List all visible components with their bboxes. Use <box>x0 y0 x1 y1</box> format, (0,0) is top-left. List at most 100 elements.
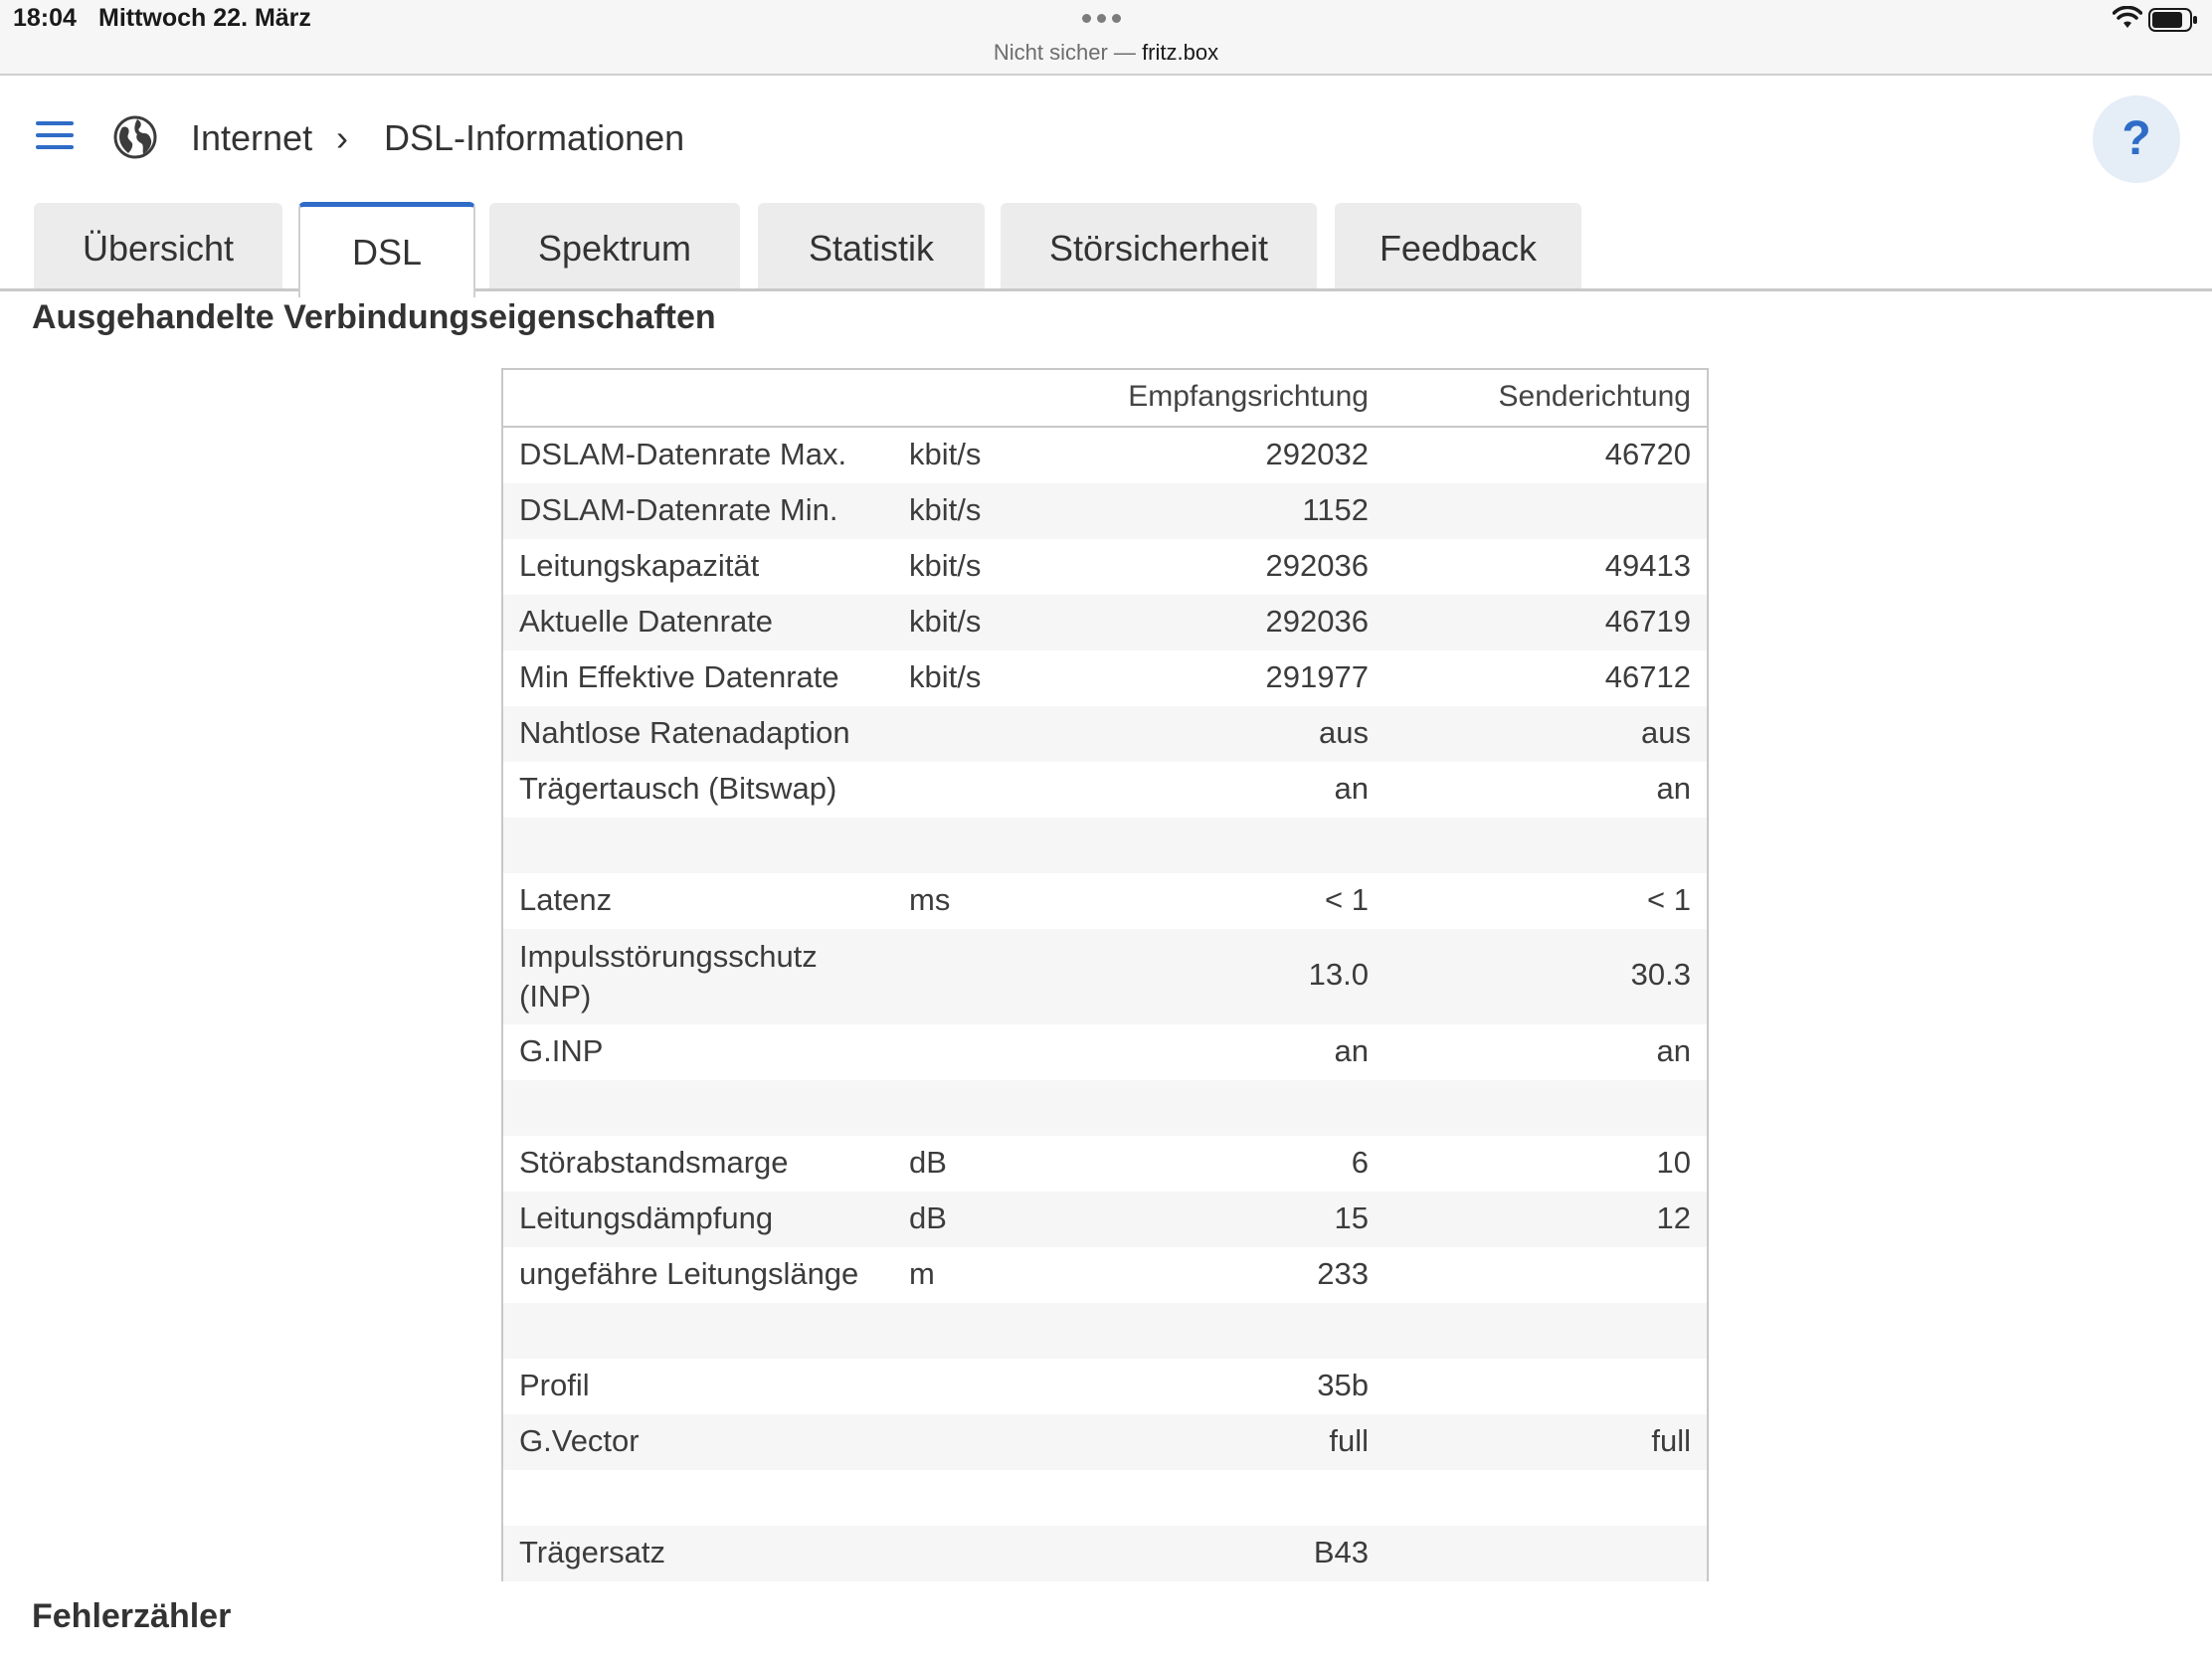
table-row-spacer <box>503 1303 1707 1359</box>
col-header-up: Senderichtung <box>1498 380 1691 413</box>
row-value-down: 233 <box>1317 1256 1369 1291</box>
table-row: Profil 35b <box>503 1359 1707 1414</box>
url-security-note: Nicht sicher — <box>993 40 1136 65</box>
table-row: Trägersatz B43 <box>503 1526 1707 1581</box>
row-label: Trägersatz <box>519 1535 666 1569</box>
row-unit: ms <box>909 882 951 917</box>
row-value-up: < 1 <box>1647 882 1691 917</box>
row-value-down: an <box>1334 771 1369 806</box>
status-date: Mittwoch 22. März <box>98 4 311 32</box>
table-row: Trägertausch (Bitswap) an an <box>503 762 1707 818</box>
tab-stoersicherheit[interactable]: Störsicherheit <box>1001 203 1317 290</box>
row-label: DSLAM-Datenrate Max. <box>519 437 847 471</box>
table-row: Leitungskapazität kbit/s 292036 49413 <box>503 539 1707 595</box>
row-unit: kbit/s <box>909 492 982 527</box>
row-label: Min Effektive Datenrate <box>519 659 839 694</box>
table-row: G.INP an an <box>503 1024 1707 1080</box>
more-dots-icon[interactable] <box>1082 14 1121 23</box>
table-row: DSLAM-Datenrate Min. kbit/s 1152 <box>503 483 1707 539</box>
table-row: DSLAM-Datenrate Max. kbit/s 292032 46720 <box>503 428 1707 483</box>
row-value-down: < 1 <box>1325 882 1369 917</box>
row-label: Leitungsdämpfung <box>519 1200 774 1235</box>
row-label: Latenz <box>519 882 613 917</box>
table-row-spacer <box>503 1470 1707 1526</box>
tab-feedback[interactable]: Feedback <box>1335 203 1581 290</box>
row-value-down: 1152 <box>1302 492 1369 527</box>
address-bar[interactable]: Nicht sicher — fritz.box <box>0 40 2212 66</box>
table-row: Störabstandsmarge dB 6 10 <box>503 1136 1707 1192</box>
hamburger-menu-icon[interactable] <box>36 121 74 151</box>
table-row: G.Vector full full <box>503 1414 1707 1470</box>
row-value-down: an <box>1334 1033 1369 1068</box>
table-row: Leitungsdämpfung dB 15 12 <box>503 1192 1707 1247</box>
page-title: DSL-Informationen <box>384 117 685 158</box>
col-header-down: Empfangsrichtung <box>1128 380 1369 413</box>
row-unit: kbit/s <box>909 437 982 471</box>
table-row-spacer <box>503 818 1707 873</box>
battery-icon <box>2148 8 2197 32</box>
row-label: Impulsstörungsschutz (INP) <box>519 939 818 1014</box>
row-label: Störabstandsmarge <box>519 1145 789 1180</box>
row-unit: kbit/s <box>909 659 982 694</box>
table-row: ungefähre Leitungslänge m 233 <box>503 1247 1707 1303</box>
table-row: Nahtlose Ratenadaption aus aus <box>503 706 1707 762</box>
breadcrumb-internet[interactable]: Internet <box>191 117 312 159</box>
wifi-icon <box>2113 6 2142 28</box>
row-value-up: 12 <box>1656 1200 1691 1235</box>
status-bar: 18:04 Mittwoch 22. März Nicht sicher — f… <box>0 0 2212 76</box>
row-value-up: an <box>1656 1033 1691 1068</box>
row-unit: dB <box>909 1145 947 1180</box>
help-button[interactable]: ? <box>2093 95 2180 183</box>
table-row: Impulsstörungsschutz (INP) 13.0 30.3 <box>503 929 1707 1024</box>
row-label: G.INP <box>519 1033 604 1068</box>
section-title: Ausgehandelte Verbindungseigenschaften <box>32 298 716 336</box>
row-value-up: 46712 <box>1604 659 1691 694</box>
row-value-down: B43 <box>1313 1535 1369 1569</box>
row-label: Nahtlose Ratenadaption <box>519 715 850 750</box>
row-value-down: 292032 <box>1265 437 1369 471</box>
row-value-down: 292036 <box>1265 548 1369 583</box>
tab-bar: Übersicht DSL Spektrum Statistik Störsic… <box>0 202 2212 297</box>
tab-spektrum[interactable]: Spektrum <box>489 203 740 290</box>
row-value-up: 49413 <box>1604 548 1691 583</box>
row-value-up: 30.3 <box>1630 957 1691 992</box>
table-row: Min Effektive Datenrate kbit/s 291977 46712 <box>503 650 1707 706</box>
tab-uebersicht[interactable]: Übersicht <box>34 203 282 290</box>
globe-icon <box>113 115 157 159</box>
row-value-down: 13.0 <box>1308 957 1369 992</box>
row-value-up: 46720 <box>1604 437 1691 471</box>
status-time: 18:04 <box>13 4 77 32</box>
row-value-up: aus <box>1641 715 1691 750</box>
tab-statistik[interactable]: Statistik <box>758 203 985 290</box>
row-value-down: 292036 <box>1265 604 1369 639</box>
row-value-down: 6 <box>1351 1145 1369 1180</box>
breadcrumb-separator: › <box>336 117 348 158</box>
table-body: DSLAM-Datenrate Max. kbit/s 292032 46720 DSL… <box>503 428 1707 1581</box>
row-label: ungefähre Leitungslänge <box>519 1256 859 1291</box>
row-unit: dB <box>909 1200 947 1235</box>
row-value-down: 15 <box>1334 1200 1369 1235</box>
section-title-fehlerzaehler: Fehlerzähler <box>32 1597 232 1635</box>
row-label: G.Vector <box>519 1423 640 1458</box>
row-value-up: 46719 <box>1604 604 1691 639</box>
row-value-down: full <box>1329 1423 1369 1458</box>
row-label: Profil <box>519 1368 590 1402</box>
row-value-up: full <box>1651 1423 1691 1458</box>
row-value-down: 291977 <box>1265 659 1369 694</box>
table-row-spacer <box>503 1080 1707 1136</box>
row-value-up: an <box>1656 771 1691 806</box>
table-row: Latenz ms < 1 < 1 <box>503 873 1707 929</box>
table-row: Aktuelle Datenrate kbit/s 292036 46719 <box>503 595 1707 650</box>
row-unit: kbit/s <box>909 548 982 583</box>
row-unit: m <box>909 1256 935 1291</box>
url-host: fritz.box <box>1142 40 1219 65</box>
tab-dsl[interactable]: DSL <box>298 202 475 297</box>
row-unit: kbit/s <box>909 604 982 639</box>
row-label: Leitungskapazität <box>519 548 760 583</box>
table-header: Empfangsrichtung Senderichtung <box>503 370 1707 428</box>
row-label: Aktuelle Datenrate <box>519 604 774 639</box>
row-value-down: 35b <box>1317 1368 1369 1402</box>
row-label: Trägertausch (Bitswap) <box>519 771 837 806</box>
row-label: DSLAM-Datenrate Min. <box>519 492 838 527</box>
row-value-down: aus <box>1319 715 1369 750</box>
